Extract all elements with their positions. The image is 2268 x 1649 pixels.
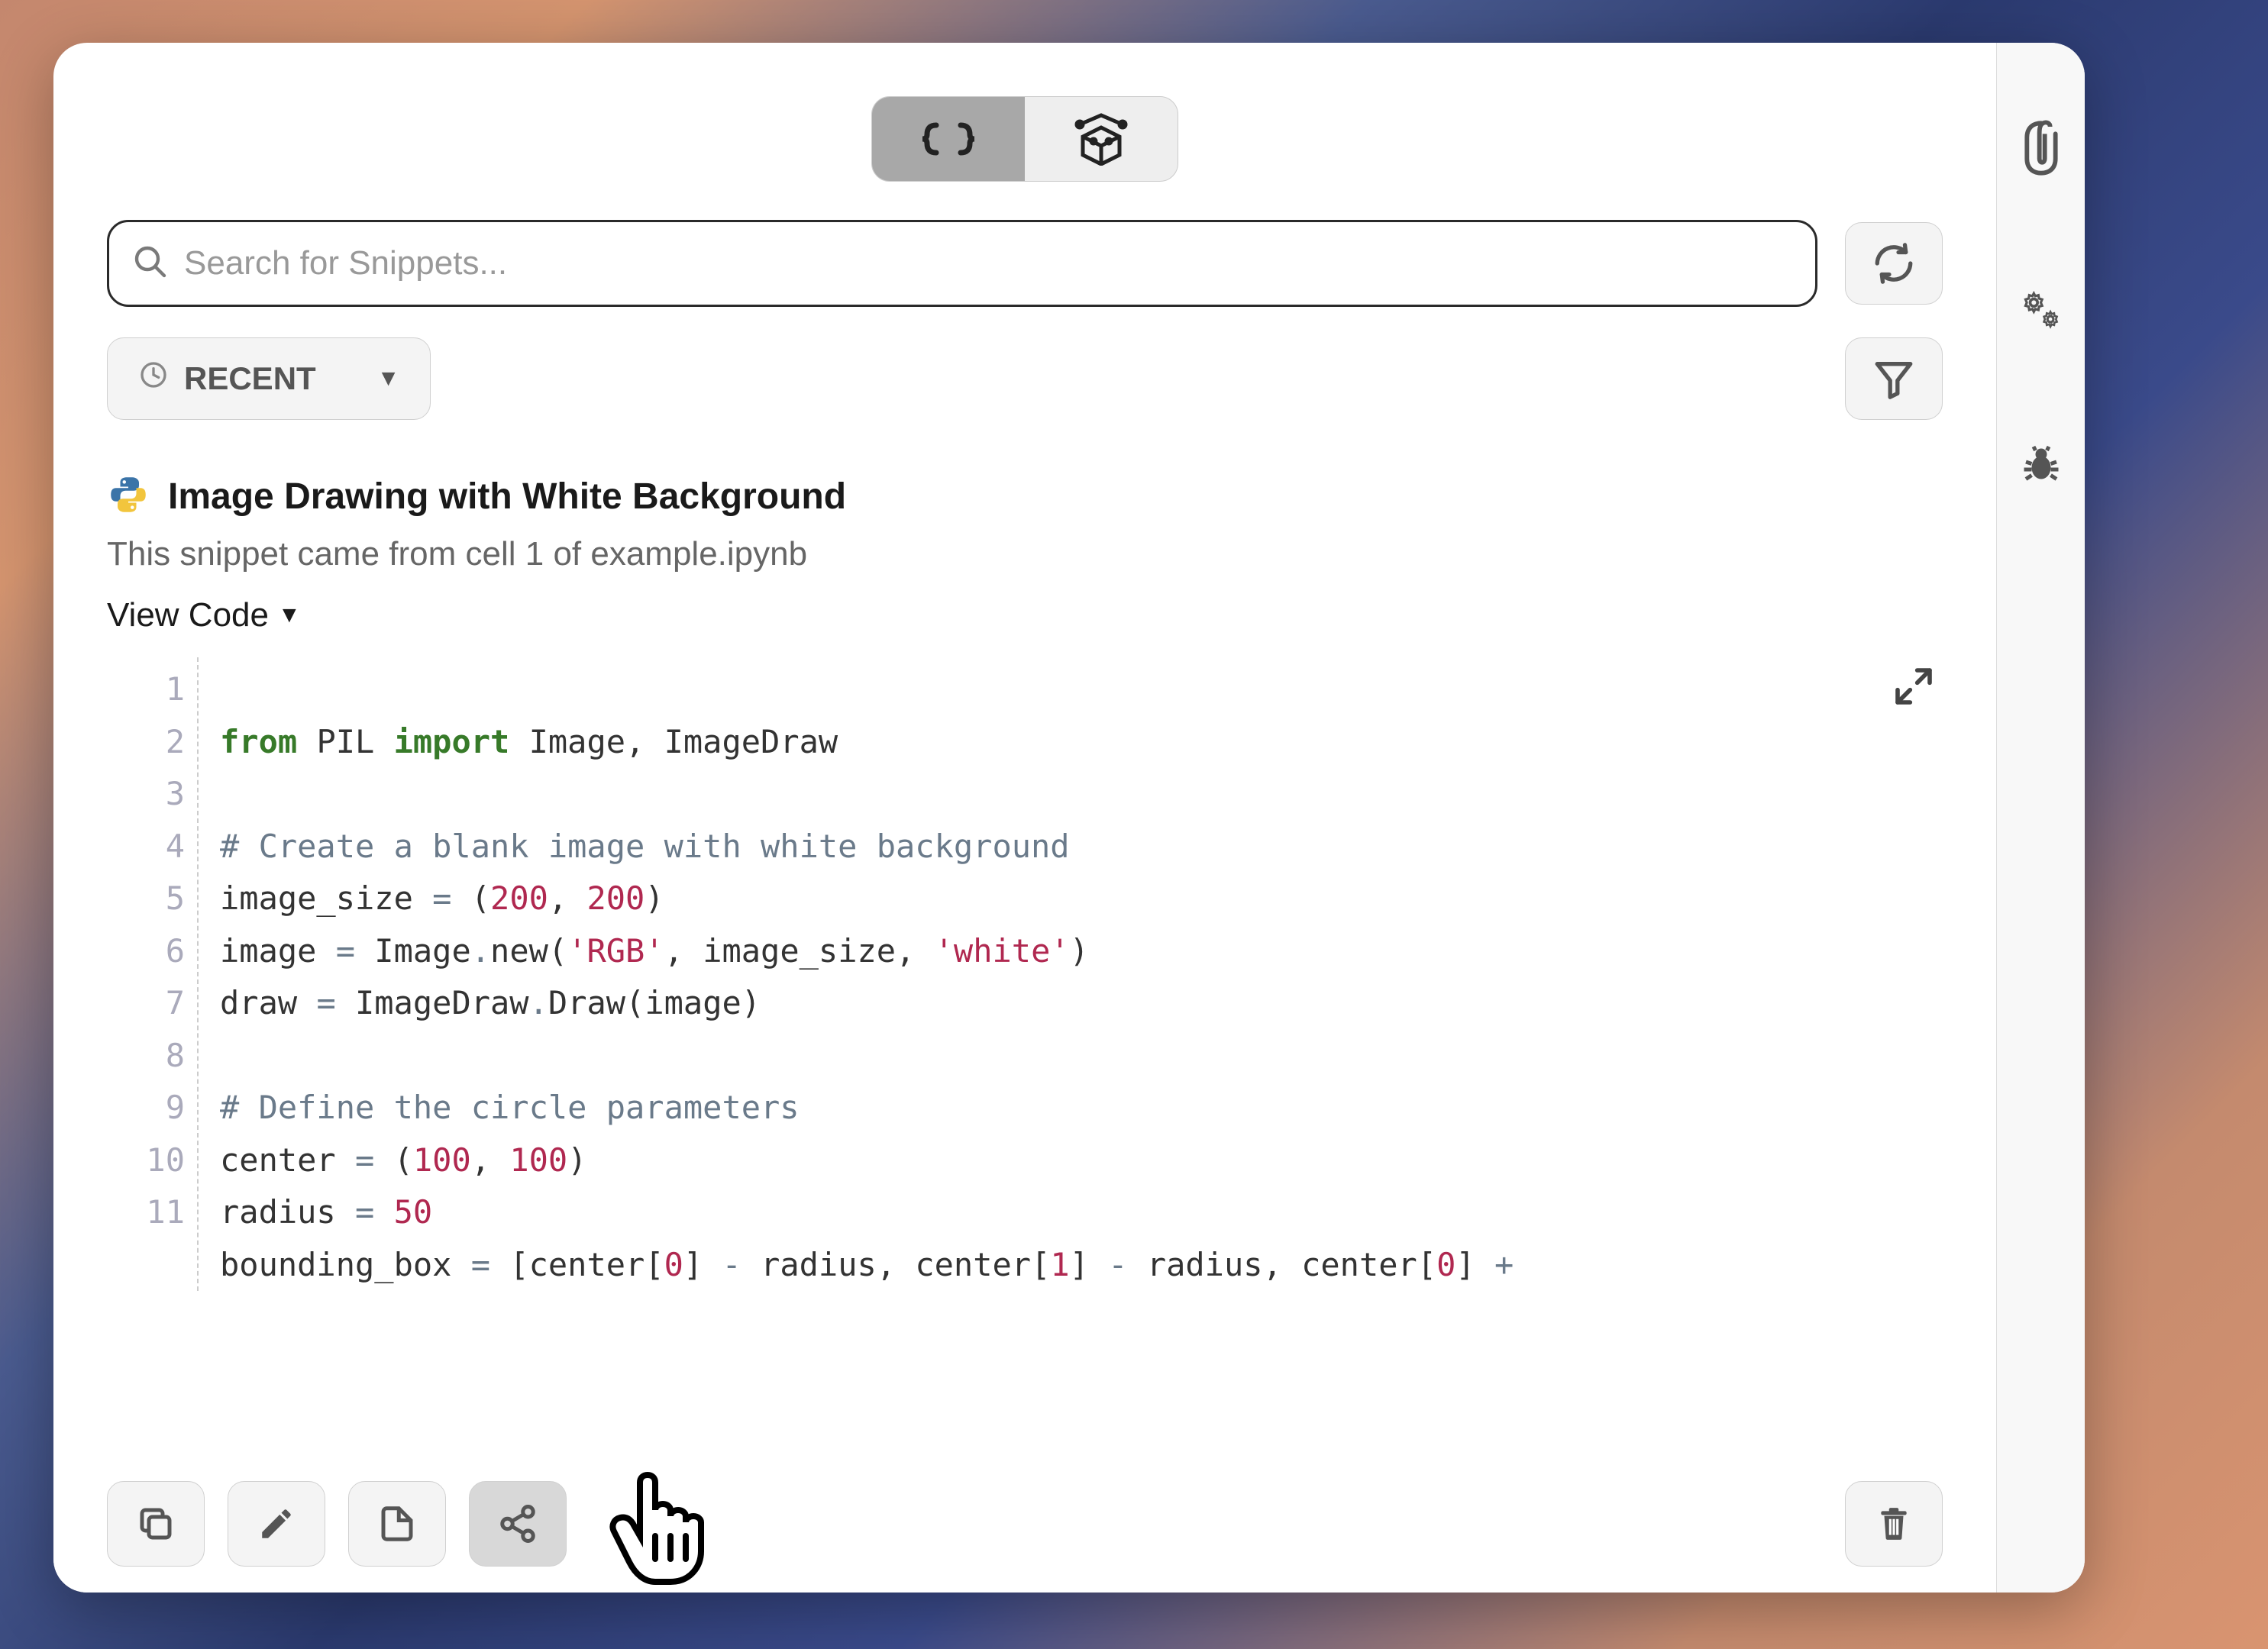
share-button[interactable] [469,1481,567,1567]
code-body[interactable]: from PIL import Image, ImageDraw # Creat… [199,657,1514,1291]
bottom-toolbar [53,1455,1996,1593]
snippet-description: This snippet came from cell 1 of example… [107,535,1943,573]
search-box[interactable] [107,220,1817,307]
package-view-tab[interactable] [1025,97,1178,181]
view-toggle [53,43,1996,197]
line-gutter: 1234567891011 [137,657,199,1291]
python-icon [107,473,150,520]
file-button[interactable] [348,1481,446,1567]
app-window: RECENT ▼ Image Drawing w [53,43,2085,1593]
snippet-title: Image Drawing with White Background [168,476,846,518]
code-area: 1234567891011 from PIL import Image, Ima… [107,657,1943,1291]
settings-gears-icon[interactable] [2019,288,2063,336]
snippet-content: Image Drawing with White Background This… [53,443,1996,1593]
side-panel [1996,43,2085,1593]
chevron-down-icon: ▼ [278,602,301,628]
expand-button[interactable] [1892,665,1935,723]
search-icon [132,244,169,284]
view-code-toggle[interactable]: View Code ▼ [107,596,301,634]
chevron-down-icon: ▼ [377,366,400,392]
recent-filter[interactable]: RECENT ▼ [107,337,431,420]
attachment-icon[interactable] [2020,119,2063,181]
copy-button[interactable] [107,1481,205,1567]
view-code-label: View Code [107,596,269,634]
delete-button[interactable] [1845,1481,1943,1567]
clock-icon [138,360,169,398]
edit-button[interactable] [228,1481,325,1567]
code-view-tab[interactable] [872,97,1025,181]
refresh-button[interactable] [1845,222,1943,305]
filter-button[interactable] [1845,337,1943,420]
bug-icon[interactable] [2018,443,2064,492]
main-area: RECENT ▼ Image Drawing w [53,43,1996,1593]
recent-label: RECENT [184,360,316,397]
search-input[interactable] [184,244,1792,282]
